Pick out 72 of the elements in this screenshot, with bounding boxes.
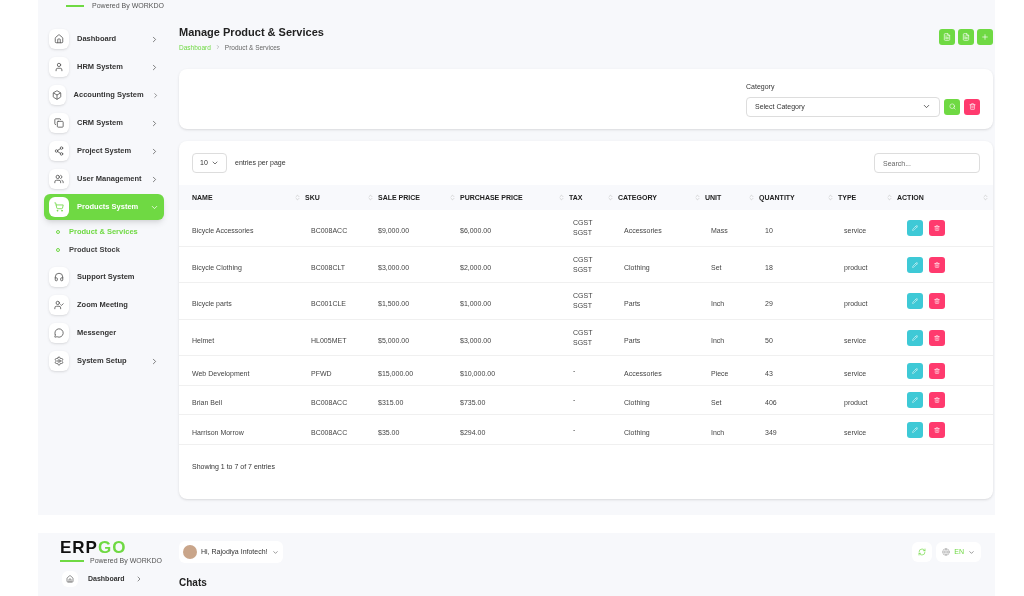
refresh-icon [918, 548, 927, 556]
home-icon [54, 34, 64, 44]
page-title: Manage Product & Services [179, 25, 324, 40]
delete-button[interactable] [929, 329, 945, 346]
edit-button[interactable] [907, 329, 923, 346]
settings-icon [54, 356, 64, 366]
pencil-icon [912, 225, 918, 231]
page-title: Chats [179, 576, 208, 590]
delete-button[interactable] [929, 256, 945, 273]
edit-button[interactable] [907, 220, 923, 236]
edit-button[interactable] [907, 293, 923, 309]
edit-button[interactable] [907, 256, 923, 273]
sort-icon [694, 194, 701, 202]
box-icon [52, 90, 63, 100]
globe-icon [942, 548, 951, 556]
sort-icon [607, 194, 614, 202]
pencil-icon [912, 367, 918, 374]
add-button[interactable] [977, 29, 993, 45]
headphones-icon [54, 272, 64, 282]
trash-icon [934, 261, 940, 268]
plus-icon [981, 33, 989, 41]
sort-icon [558, 194, 565, 202]
search-icon [948, 103, 956, 111]
sort-icon [982, 194, 989, 202]
trash-icon [968, 103, 976, 111]
edit-button[interactable] [907, 362, 923, 379]
sort-icon [367, 194, 374, 202]
share-icon [54, 146, 64, 156]
edit-button[interactable] [907, 392, 923, 408]
reset-button[interactable] [964, 98, 980, 115]
delete-button[interactable] [929, 421, 945, 438]
pencil-icon [912, 298, 918, 304]
refresh-button[interactable] [912, 542, 933, 562]
pencil-icon [912, 261, 918, 268]
chevron-down-icon [968, 548, 975, 556]
trash-icon [934, 367, 940, 374]
copy-icon [54, 118, 64, 128]
sort-icon [886, 194, 893, 202]
avatar [183, 545, 197, 559]
chevron-down-icon [271, 548, 279, 556]
user-icon [54, 62, 64, 72]
users-icon [54, 174, 64, 184]
sort-icon [449, 194, 456, 202]
logo: ERPGO [60, 539, 128, 557]
chat-icon [54, 328, 64, 338]
pencil-icon [912, 397, 918, 403]
trash-icon [934, 225, 940, 231]
chevron-right-icon [214, 44, 221, 51]
import-button[interactable] [958, 29, 974, 45]
export-button[interactable] [939, 29, 955, 45]
sort-icon [827, 194, 834, 202]
delete-button[interactable] [929, 362, 945, 379]
sort-icon [748, 194, 755, 202]
logo-underline [60, 560, 84, 562]
trash-icon [934, 426, 940, 433]
edit-button[interactable] [907, 421, 923, 438]
pencil-icon [912, 334, 918, 341]
user-check-icon [54, 300, 64, 310]
trash-icon [934, 334, 940, 341]
delete-button[interactable] [929, 293, 945, 309]
delete-button[interactable] [929, 392, 945, 408]
pencil-icon [912, 426, 918, 433]
file-icon [943, 33, 951, 41]
cart-icon [54, 202, 64, 212]
file-icon [962, 33, 970, 41]
trash-icon [934, 397, 940, 403]
home-icon [66, 575, 74, 583]
trash-icon [934, 298, 940, 304]
sort-icon [294, 194, 301, 202]
logo-underline [66, 5, 85, 7]
search-button[interactable] [944, 98, 960, 115]
delete-button[interactable] [929, 220, 945, 236]
